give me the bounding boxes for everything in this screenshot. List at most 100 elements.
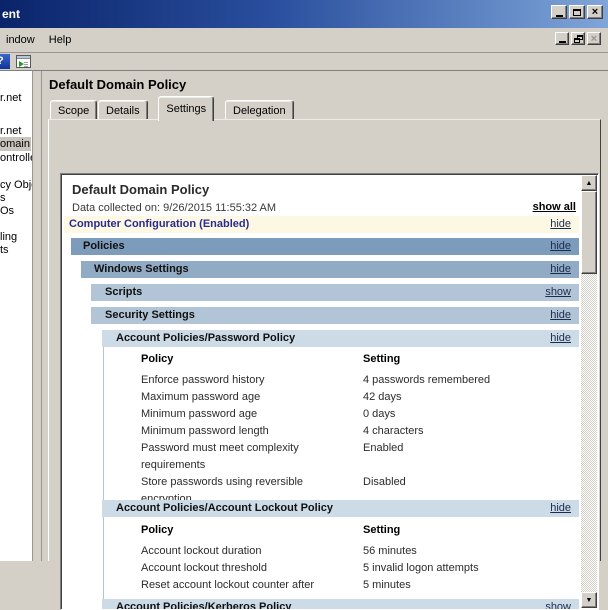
table-row: Maximum password age42 days <box>141 389 581 406</box>
close-icon: × <box>592 7 598 17</box>
section-label: Account Policies/Account Lockout Policy <box>116 502 333 514</box>
tree-item[interactable]: cy Objec <box>0 178 33 192</box>
section-label: Computer Configuration (Enabled) <box>69 218 249 230</box>
tab-scope[interactable]: Scope <box>50 100 97 120</box>
section-label: Windows Settings <box>94 263 189 275</box>
section-toggle-link[interactable]: hide <box>550 502 571 514</box>
policy-cell: Maximum password age <box>141 389 363 406</box>
report-collected-on: Data collected on: 9/26/2015 11:55:32 AM <box>72 202 276 214</box>
scroll-down-button[interactable]: ▼ <box>581 592 597 608</box>
console-tree-pane[interactable]: r.netr.netomain Poontrollerscy ObjecsOsl… <box>0 71 33 561</box>
window-titlebar[interactable]: ent × <box>0 0 608 28</box>
section-label: Account Policies/Kerberos Policy <box>116 601 291 610</box>
child-close-button: × <box>587 32 601 45</box>
window-titlebar-stripe <box>17 56 30 59</box>
section-toggle-link[interactable]: hide <box>550 240 571 252</box>
minimize-icon <box>556 15 563 17</box>
tab-settings[interactable]: Settings <box>158 96 214 121</box>
section-toggle-link[interactable]: show <box>545 601 571 610</box>
minimize-icon <box>559 41 566 43</box>
tree-item[interactable]: ts <box>0 243 9 257</box>
setting-cell: Enabled <box>363 440 581 474</box>
setting-cell: 56 minutes <box>363 543 581 560</box>
list-lines-icon <box>24 62 28 67</box>
section-toggle-link[interactable]: hide <box>550 309 571 321</box>
setting-cell: 5 minutes <box>363 577 581 594</box>
tree-item[interactable]: s <box>0 191 6 205</box>
section-band: Security Settings hide <box>91 307 579 324</box>
maximize-icon <box>573 9 581 16</box>
console-tree-toggle-icon[interactable] <box>16 55 31 68</box>
scroll-thumb[interactable] <box>581 191 597 274</box>
section-label: Security Settings <box>105 309 195 321</box>
tree-item[interactable]: ling <box>0 230 17 244</box>
section-label: Scripts <box>105 286 142 298</box>
table-row: Account lockout duration56 minutes <box>141 543 581 560</box>
table-row: Minimum password length4 characters <box>141 423 581 440</box>
tab-details[interactable]: Details <box>98 100 148 120</box>
section-label: Policies <box>83 240 125 252</box>
policy-cell: Account lockout threshold <box>141 560 363 577</box>
setting-cell: Setting <box>363 351 581 368</box>
maximize-button[interactable] <box>569 5 585 19</box>
policy-cell: Password must meet complexity requiremen… <box>141 440 363 474</box>
section-guide-line <box>103 330 104 610</box>
close-button[interactable]: × <box>587 5 603 19</box>
section-toggle-link[interactable]: hide <box>550 263 571 275</box>
vertical-scrollbar[interactable]: ▲ ▼ <box>581 175 597 608</box>
tree-item[interactable]: omain Po <box>0 137 31 151</box>
policy-cell: Minimum password length <box>141 423 363 440</box>
section-toggle-link[interactable]: hide <box>550 332 571 344</box>
policy-cell: Reset account lockout counter after <box>141 577 363 594</box>
tree-item[interactable]: Os <box>0 204 14 218</box>
setting-cell: 4 characters <box>363 423 581 440</box>
table-row: Enforce password history4 passwords reme… <box>141 372 581 389</box>
policy-table: PolicySettingAccount lockout duration56 … <box>141 522 581 594</box>
menu-item-help[interactable]: Help <box>43 31 80 49</box>
show-all-link[interactable]: show all <box>533 201 576 213</box>
tree-item[interactable]: r.net <box>0 91 21 105</box>
section-toggle-link[interactable]: show <box>545 286 571 298</box>
close-icon: × <box>591 34 597 44</box>
section-band: Policies hide <box>71 238 579 255</box>
section-toggle-link[interactable]: hide <box>550 218 571 230</box>
help-icon[interactable]: ? <box>0 54 10 69</box>
toolbar: ? <box>0 53 608 70</box>
setting-cell: 0 days <box>363 406 581 423</box>
section-label: Account Policies/Password Policy <box>116 332 295 344</box>
scroll-up-icon: ▲ <box>586 180 593 187</box>
tree-item[interactable]: ontrollers <box>0 151 33 165</box>
scroll-up-button[interactable]: ▲ <box>581 175 597 191</box>
policy-cell: Minimum password age <box>141 406 363 423</box>
restore-icon <box>574 35 583 43</box>
section-band: Account Policies/Account Lockout Policy h… <box>102 500 579 517</box>
child-minimize-button[interactable] <box>555 32 569 45</box>
table-row: Reset account lockout counter after5 min… <box>141 577 581 594</box>
section-band: Computer Configuration (Enabled) hide <box>64 216 579 233</box>
settings-report[interactable]: Default Domain Policy Data collected on:… <box>60 173 599 610</box>
child-restore-button[interactable] <box>571 32 585 45</box>
policy-cell: Policy <box>141 522 363 539</box>
policy-cell: Policy <box>141 351 363 368</box>
policy-table: PolicySettingEnforce password history4 p… <box>141 351 581 508</box>
table-row: Account lockout threshold5 invalid logon… <box>141 560 581 577</box>
menu-bar: indowHelp × <box>0 28 608 53</box>
section-band: Scripts show <box>91 284 579 301</box>
table-row: Minimum password age0 days <box>141 406 581 423</box>
details-pane: Default Domain Policy ScopeDetails Settin… <box>41 71 608 561</box>
pane-splitter[interactable] <box>34 71 41 561</box>
section-band: Account Policies/Password Policy hide <box>102 330 579 347</box>
table-row: Password must meet complexity requiremen… <box>141 440 581 474</box>
report-title: Default Domain Policy <box>72 182 209 197</box>
policy-cell: Enforce password history <box>141 372 363 389</box>
setting-cell: Setting <box>363 522 581 539</box>
tab-delegation[interactable]: Delegation <box>225 100 294 120</box>
minimize-button[interactable] <box>551 5 567 19</box>
setting-cell: 42 days <box>363 389 581 406</box>
menu-item-indow[interactable]: indow <box>0 31 43 49</box>
policy-cell: Account lockout duration <box>141 543 363 560</box>
setting-cell: 4 passwords remembered <box>363 372 581 389</box>
tree-item[interactable]: r.net <box>0 124 21 138</box>
section-band: Account Policies/Kerberos Policy show <box>102 599 579 610</box>
page-title: Default Domain Policy <box>49 77 186 92</box>
